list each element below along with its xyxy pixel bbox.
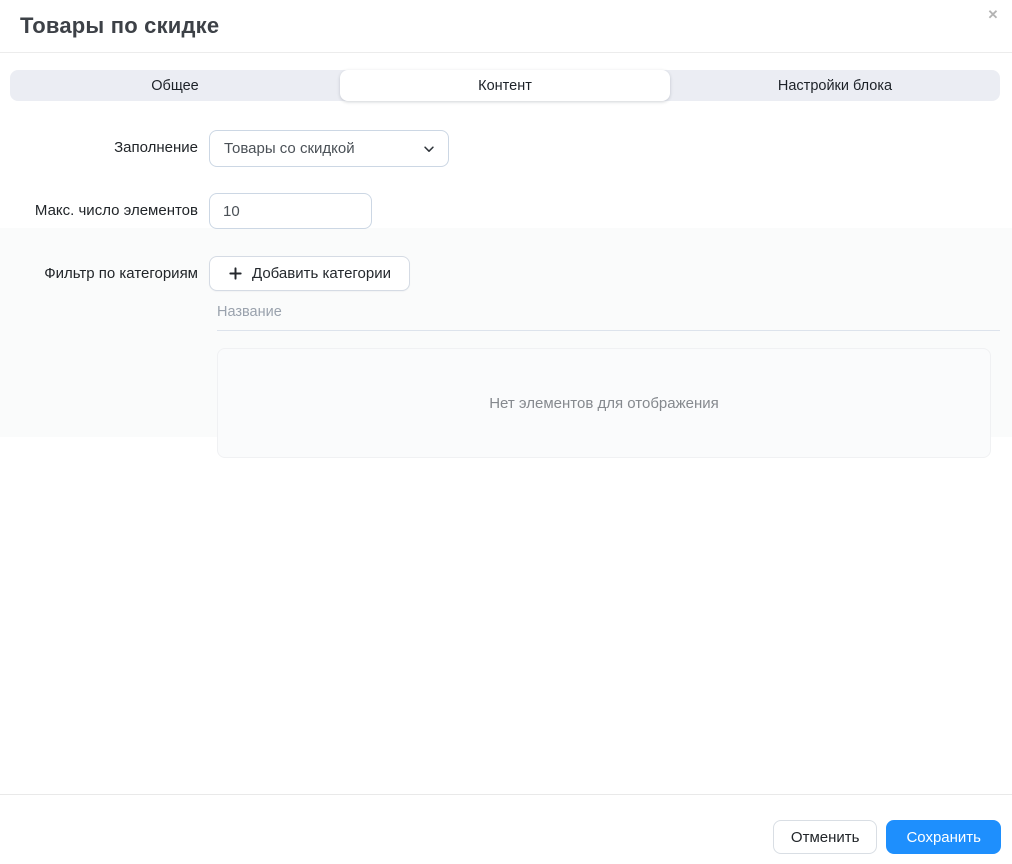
tab-general[interactable]: Общее <box>10 70 340 101</box>
modal-footer: Отменить Сохранить <box>0 794 1012 864</box>
tab-content[interactable]: Контент <box>340 70 670 101</box>
modal-header: Товары по скидке ✕ <box>0 0 1012 53</box>
category-filter-label: Фильтр по категориям <box>44 265 198 282</box>
max-items-input[interactable] <box>209 193 372 229</box>
save-button[interactable]: Сохранить <box>886 820 1001 854</box>
chevron-down-icon <box>422 142 436 156</box>
add-categories-button[interactable]: Добавить категории <box>209 256 410 291</box>
fill-select[interactable]: Товары со скидкой <box>209 130 449 167</box>
plus-icon <box>228 266 243 281</box>
fill-label: Заполнение <box>114 139 198 156</box>
block-settings-modal: Товары по скидке ✕ Общее Контент Настрой… <box>0 0 1012 864</box>
add-categories-button-label: Добавить категории <box>252 265 391 282</box>
categories-empty-state: Нет элементов для отображения <box>217 348 991 458</box>
tab-bar: Общее Контент Настройки блока <box>10 70 1000 101</box>
table-header-divider <box>217 330 1000 331</box>
tab-block-settings[interactable]: Настройки блока <box>670 70 1000 101</box>
empty-state-text: Нет элементов для отображения <box>489 394 719 412</box>
close-icon[interactable]: ✕ <box>982 4 1004 26</box>
max-items-label: Макс. число элементов <box>34 202 198 219</box>
fill-select-value: Товары со скидкой <box>224 140 355 157</box>
cancel-button[interactable]: Отменить <box>772 820 878 854</box>
modal-title: Товары по скидке <box>20 13 220 38</box>
categories-column-header: Название <box>217 304 282 320</box>
